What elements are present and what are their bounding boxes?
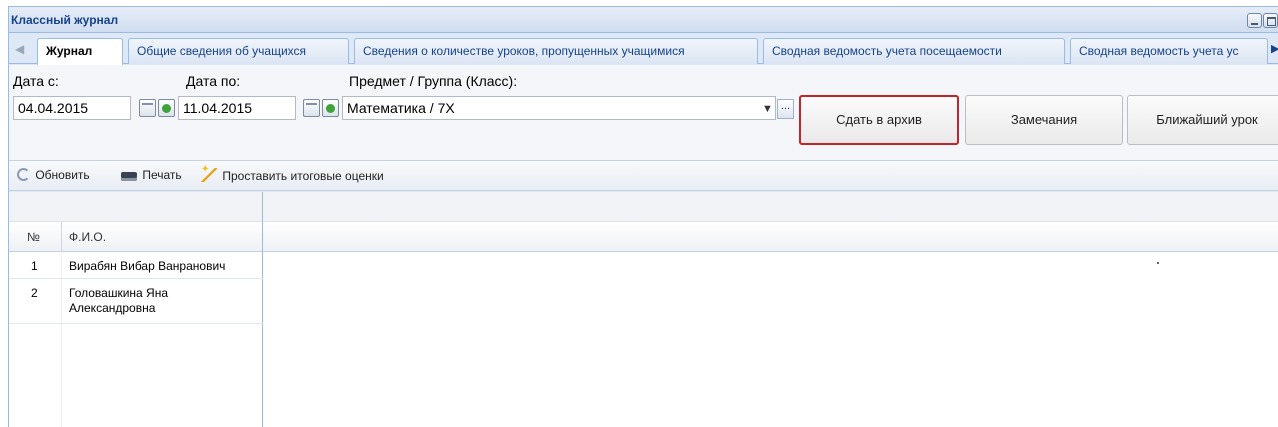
row-number: 2: [31, 286, 38, 300]
chevron-down-icon[interactable]: ▼: [759, 99, 776, 119]
tab-bar: ◀ Журнал Общие сведения об учащихся Свед…: [9, 34, 1278, 65]
tab-progress-summary[interactable]: Сводная ведомость учета ус: [1070, 38, 1268, 64]
archive-button[interactable]: Сдать в архив: [799, 95, 959, 145]
journal-grid: № Ф.И.О. 1 Вирабян Вибар Ванранович 2 Го…: [9, 192, 1278, 427]
tab-journal[interactable]: Журнал: [37, 38, 123, 65]
subject-group-label: Предмет / Группа (Класс):: [349, 73, 518, 89]
refresh-label: Обновить: [35, 168, 90, 182]
print-label: Печать: [142, 168, 182, 182]
table-row[interactable]: 2 Головашкина Яна Александровна: [9, 280, 263, 324]
set-final-grades-label: Проставить итоговые оценки: [222, 169, 384, 183]
maximize-icon[interactable]: [1263, 13, 1278, 28]
tab-student-info[interactable]: Общие сведения об учащихся: [128, 38, 349, 64]
row-number: 1: [31, 259, 38, 273]
date-from-label: Дата с:: [13, 73, 59, 89]
remarks-button[interactable]: Замечания: [965, 95, 1123, 145]
date-from-calendar-icon[interactable]: [139, 99, 156, 117]
action-toolbar: Обновить Печать Проставить итоговые оцен…: [9, 161, 1278, 191]
class-journal-window: Классный журнал ◀ Журнал Общие сведения …: [8, 6, 1278, 427]
student-name-line2: Александровна: [69, 301, 156, 315]
grid-marker-dot: [1157, 262, 1159, 264]
minimize-icon[interactable]: [1247, 13, 1262, 28]
magic-wand-icon: [201, 164, 217, 182]
date-to-clear-icon[interactable]: [322, 99, 339, 117]
tab-attendance-summary[interactable]: Сводная ведомость учета посещаемости: [763, 38, 1065, 64]
window-title: Классный журнал: [11, 13, 119, 27]
table-row[interactable]: 1 Вирабян Вибар Ванранович: [9, 253, 263, 279]
set-final-grades-button[interactable]: Проставить итоговые оценки: [201, 164, 384, 184]
date-from-field[interactable]: 04.04.2015: [13, 96, 131, 120]
student-name: Головашкина Яна: [69, 286, 169, 300]
student-name: Вирабян Вибар Ванранович: [69, 259, 226, 273]
nearest-lesson-button[interactable]: Ближайший урок: [1127, 95, 1278, 145]
more-options-button[interactable]: ...: [777, 99, 794, 119]
printer-icon: [121, 172, 137, 181]
tab-scroll-left-icon[interactable]: ◀: [15, 42, 27, 56]
tab-scroll-right-icon[interactable]: ▶: [1271, 42, 1278, 56]
date-to-calendar-icon[interactable]: [303, 99, 320, 117]
window-titlebar: Классный журнал: [9, 7, 1278, 33]
date-to-field[interactable]: 11.04.2015: [178, 96, 296, 120]
refresh-button[interactable]: Обновить: [17, 168, 90, 184]
filter-toolbar: Дата с: 04.04.2015 Дата по: 11.04.2015 П…: [9, 65, 1278, 161]
subject-group-combo[interactable]: Математика / 7Х: [342, 96, 776, 120]
date-to-label: Дата по:: [186, 73, 241, 89]
print-button[interactable]: Печать: [121, 168, 182, 184]
date-from-clear-icon[interactable]: [158, 99, 175, 117]
refresh-icon: [17, 168, 30, 181]
tab-missed-lessons[interactable]: Сведения о количестве уроков, пропущенны…: [354, 38, 758, 64]
